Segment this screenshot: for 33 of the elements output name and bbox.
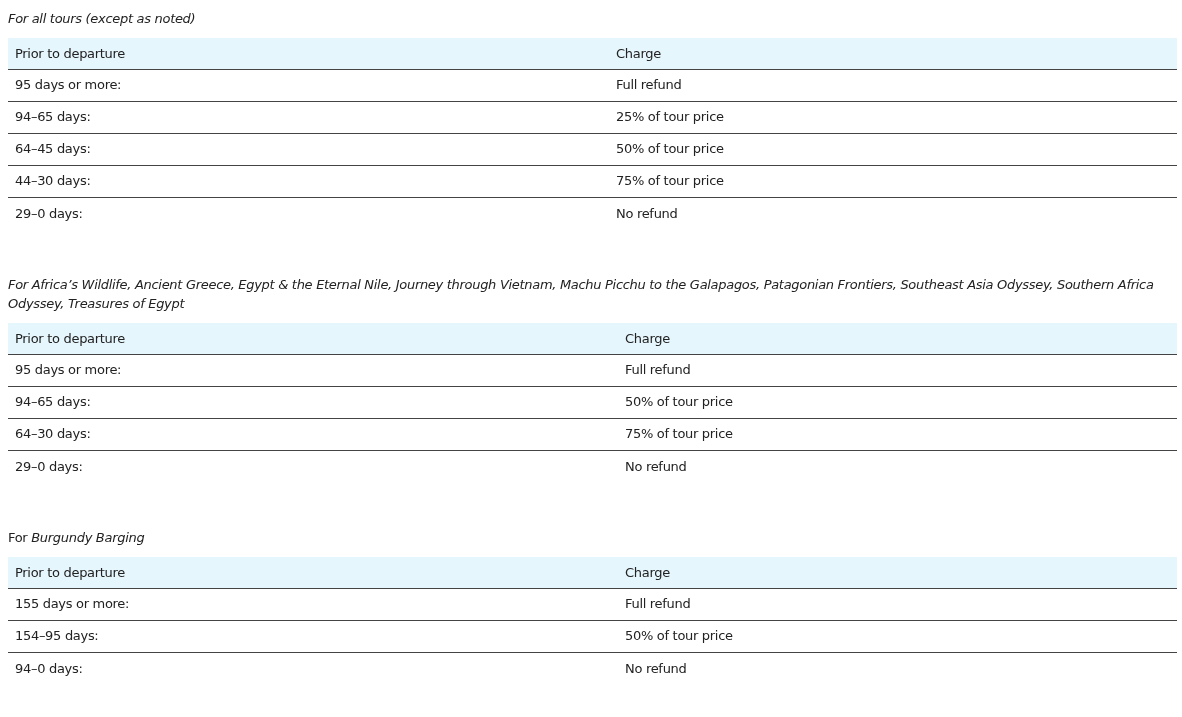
column-header: Charge	[609, 38, 1177, 69]
table-cell: Full refund	[618, 588, 1177, 620]
table-cell: 50% of tour price	[618, 386, 1177, 418]
table-cell: No refund	[618, 450, 1177, 482]
table-cell: 50% of tour price	[609, 133, 1177, 165]
table-cell: 29–0 days:	[8, 197, 609, 229]
table-cell: 155 days or more:	[8, 588, 618, 620]
column-header: Prior to departure	[8, 557, 618, 588]
table-caption: For Africa’s Wildlife, Ancient Greece, Egypt & the Eternal Nile, Journey through Vietnam, Machu Picchu to the Galapagos, Patagonian Frontiers, Southeast Asia Odyssey, Southern Africa Odyssey, Treasures of Egypt	[8, 276, 1155, 313]
column-header: Charge	[618, 557, 1177, 588]
table-cell: 29–0 days:	[8, 450, 618, 482]
table-cell: 75% of tour price	[609, 165, 1177, 197]
table-cell: 64–30 days:	[8, 418, 618, 450]
table-cell: 94–65 days:	[8, 386, 618, 418]
table-cell: Full refund	[609, 69, 1177, 101]
column-header: Charge	[618, 323, 1177, 354]
table-cell: 75% of tour price	[618, 418, 1177, 450]
column-header: Prior to departure	[8, 38, 609, 69]
column-header: Prior to departure	[8, 323, 618, 354]
table-cell: 50% of tour price	[618, 620, 1177, 652]
table-cell: 95 days or more:	[8, 354, 618, 386]
table-cell: 154–95 days:	[8, 620, 618, 652]
table-cell: 44–30 days:	[8, 165, 609, 197]
table-cell: 94–0 days:	[8, 652, 618, 684]
table-caption: For Burgundy Barging	[8, 529, 146, 547]
table-cell: 95 days or more:	[8, 69, 609, 101]
table-cell: No refund	[609, 197, 1177, 229]
table-cell: No refund	[618, 652, 1177, 684]
table-cell: 25% of tour price	[609, 101, 1177, 133]
table-cell: 64–45 days:	[8, 133, 609, 165]
table-cell: Full refund	[618, 354, 1177, 386]
table-cell: 94–65 days:	[8, 101, 609, 133]
table-caption: For all tours (except as noted)	[8, 10, 197, 28]
